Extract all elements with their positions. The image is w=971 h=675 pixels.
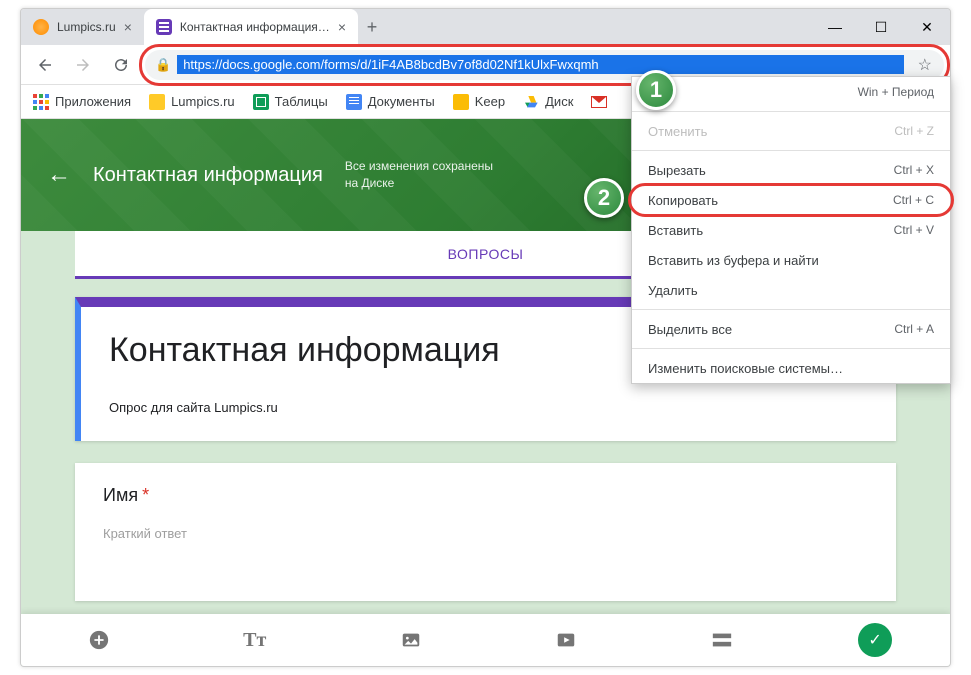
save-status: Все изменения сохранены на Диске [345,158,493,192]
apps-button[interactable]: Приложения [33,94,131,110]
titlebar: Lumpics.ru × Контактная информация - Goo… [21,9,950,45]
ctx-separator [632,309,950,310]
bookmark-label: Таблицы [275,94,328,109]
step-marker-1: 1 [636,70,676,110]
apps-icon [33,94,49,110]
forward-button[interactable] [69,51,97,79]
bookmark-item[interactable]: Диск [523,94,573,110]
favicon-lumpics [33,19,49,35]
close-tab-icon[interactable]: × [338,19,346,35]
lock-icon: 🔒 [155,57,171,73]
question-label: Имя* [103,485,868,506]
window-controls: — ☐ ✕ [812,9,950,45]
bookmark-label: Keep [475,94,505,109]
answer-placeholder: Краткий ответ [103,526,868,541]
bookmark-item[interactable]: Keep [453,94,505,110]
ctx-emoji[interactable]: эдзиWin + Период [632,77,950,107]
folder-icon [149,94,165,110]
required-asterisk: * [142,485,149,505]
ctx-cut[interactable]: ВырезатьCtrl + X [632,155,950,185]
shield-badge[interactable]: ✓ [858,623,892,657]
bookmark-item[interactable]: Документы [346,94,435,110]
tab-label: Контактная информация - Goo [180,20,330,34]
address-bar[interactable]: 🔒 https://docs.google.com/forms/d/1iF4AB… [145,50,944,80]
close-tab-icon[interactable]: × [124,19,132,35]
add-section-button[interactable] [702,620,742,660]
docs-icon [346,94,362,110]
step-marker-2: 2 [584,178,624,218]
add-image-button[interactable] [391,620,431,660]
ctx-delete[interactable]: Удалить [632,275,950,305]
back-button[interactable] [31,51,59,79]
ctx-search-engines[interactable]: Изменить поисковые системы… [632,353,950,383]
bookmark-item[interactable]: Таблицы [253,94,328,110]
add-question-button[interactable] [79,620,119,660]
form-toolbar: Tᴛ ✓ [21,614,950,666]
new-tab-button[interactable]: + [358,9,386,45]
url-text[interactable]: https://docs.google.com/forms/d/1iF4AB8b… [177,55,903,74]
sheets-icon [253,94,269,110]
back-arrow-icon[interactable]: ← [47,161,71,189]
maximize-button[interactable]: ☐ [858,9,904,45]
bookmark-label: Lumpics.ru [171,94,235,109]
bookmark-label: Диск [545,94,573,109]
gmail-icon [591,96,607,108]
form-title-header: Контактная информация [93,164,323,187]
ctx-copy[interactable]: КопироватьCtrl + C [632,185,950,215]
context-menu: эдзиWin + Период ОтменитьCtrl + Z Выреза… [631,76,951,384]
ctx-separator [632,111,950,112]
bookmark-label: Документы [368,94,435,109]
question-card[interactable]: Имя* Краткий ответ [75,463,896,601]
drive-icon [523,94,539,110]
close-button[interactable]: ✕ [904,9,950,45]
reload-button[interactable] [107,51,135,79]
bookmark-item[interactable] [591,96,607,108]
ctx-undo[interactable]: ОтменитьCtrl + Z [632,116,950,146]
apps-label: Приложения [55,94,131,109]
ctx-select-all[interactable]: Выделить всеCtrl + A [632,314,950,344]
ctx-separator [632,348,950,349]
ctx-separator [632,150,950,151]
bookmark-item[interactable]: Lumpics.ru [149,94,235,110]
tab-google-forms[interactable]: Контактная информация - Goo × [144,9,358,45]
ctx-paste[interactable]: ВставитьCtrl + V [632,215,950,245]
keep-icon [453,94,469,110]
ctx-paste-search[interactable]: Вставить из буфера и найти [632,245,950,275]
tab-label: Lumpics.ru [57,20,116,34]
form-description[interactable]: Опрос для сайта Lumpics.ru [109,400,868,421]
minimize-button[interactable]: — [812,9,858,45]
bookmark-star-icon[interactable]: ☆ [910,55,940,75]
favicon-forms [156,19,172,35]
add-video-button[interactable] [546,620,586,660]
add-title-button[interactable]: Tᴛ [235,620,275,660]
tab-lumpics[interactable]: Lumpics.ru × [21,9,144,45]
